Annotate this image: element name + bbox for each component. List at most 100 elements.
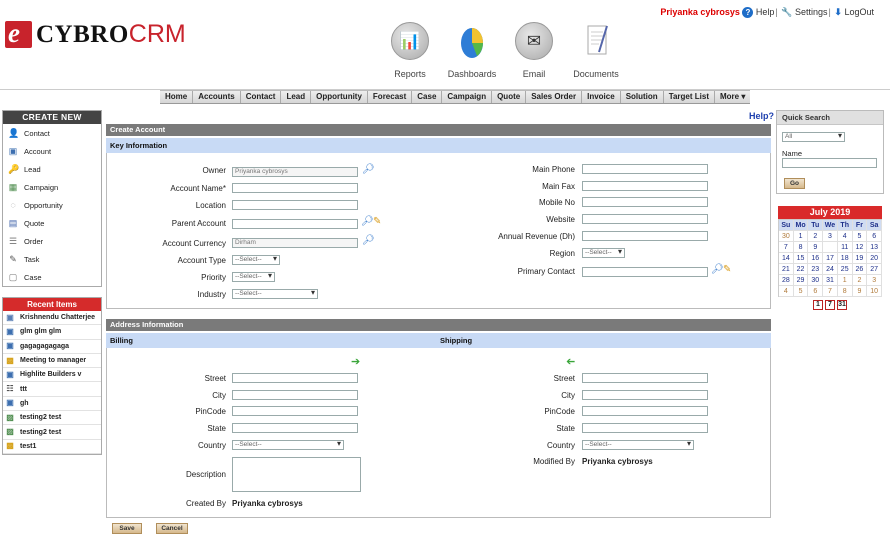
calendar-day[interactable]: 8 xyxy=(837,286,853,297)
nav-quote[interactable]: Quote xyxy=(492,91,527,103)
nav-campaign[interactable]: Campaign xyxy=(442,91,493,103)
cancel-button[interactable]: Cancel xyxy=(156,523,188,534)
nav-sales-order[interactable]: Sales Order xyxy=(526,91,583,103)
calendar-day[interactable]: 1 xyxy=(793,231,809,242)
calendar-day[interactable]: 20 xyxy=(867,253,882,264)
module-dashboards[interactable]: Dashboards xyxy=(437,22,507,79)
calendar-day[interactable]: 15 xyxy=(793,253,809,264)
search-icon[interactable]: 🔎︎ xyxy=(362,165,375,175)
calendar-day[interactable]: 26 xyxy=(852,264,868,275)
calendar-day[interactable]: 5 xyxy=(852,231,868,242)
help-icon[interactable]: ? xyxy=(742,7,754,18)
recent-item[interactable]: ▣ glm glm glm xyxy=(3,325,101,340)
calendar-day-today[interactable] xyxy=(823,242,838,253)
create-campaign[interactable]: ▦ Campaign xyxy=(3,178,101,196)
main-phone-field[interactable] xyxy=(582,164,708,174)
recent-item[interactable]: ▣ Highlite Builders v xyxy=(3,368,101,383)
calendar-day-view-button[interactable]: 1 xyxy=(813,300,823,310)
nav-invoice[interactable]: Invoice xyxy=(582,91,621,103)
description-textarea[interactable] xyxy=(232,457,361,492)
calendar-day[interactable]: 29 xyxy=(793,275,809,286)
calendar-day[interactable]: 10 xyxy=(867,286,882,297)
nav-case[interactable]: Case xyxy=(412,91,443,103)
calendar-day[interactable]: 28 xyxy=(779,275,794,286)
copy-to-billing-arrow-icon[interactable]: ➔ xyxy=(566,356,575,368)
annual-revenue-field[interactable] xyxy=(582,231,708,241)
form-help-link[interactable]: Help? xyxy=(749,111,774,121)
account-currency-field[interactable]: Dirham xyxy=(232,238,358,248)
calendar-day[interactable]: 1 xyxy=(837,275,853,286)
billing-pincode-field[interactable] xyxy=(232,406,358,416)
calendar-day[interactable]: 13 xyxy=(867,242,882,253)
billing-country-select[interactable]: --Select-- xyxy=(232,440,344,450)
billing-street-field[interactable] xyxy=(232,373,358,383)
create-contact[interactable]: 👤 Contact xyxy=(3,124,101,142)
module-documents[interactable]: Documents xyxy=(561,22,631,79)
calendar-day[interactable]: 21 xyxy=(779,264,794,275)
quick-search-go-button[interactable]: Go xyxy=(784,178,805,189)
calendar-day[interactable]: 11 xyxy=(837,242,853,253)
create-task[interactable]: ✎ Task xyxy=(3,250,101,268)
website-field[interactable] xyxy=(582,214,708,224)
calendar-day[interactable]: 27 xyxy=(867,264,882,275)
create-order[interactable]: ☰ Order xyxy=(3,232,101,250)
recent-item[interactable]: ☷ ttt xyxy=(3,382,101,397)
calendar-day[interactable]: 3 xyxy=(867,275,882,286)
calendar-day[interactable]: 25 xyxy=(837,264,853,275)
clear-icon[interactable]: ✎ xyxy=(373,217,381,227)
nav-forecast[interactable]: Forecast xyxy=(368,91,413,103)
recent-item[interactable]: ▨ testing2 test xyxy=(3,411,101,426)
priority-select[interactable]: --Select-- xyxy=(232,272,275,282)
nav-home[interactable]: Home xyxy=(160,91,194,103)
nav-opportunity[interactable]: Opportunity xyxy=(311,91,368,103)
recent-item[interactable]: ▣ gh xyxy=(3,397,101,412)
calendar-day[interactable]: 30 xyxy=(779,231,794,242)
recent-item[interactable]: ▨ testing2 test xyxy=(3,425,101,440)
main-fax-field[interactable] xyxy=(582,181,708,191)
calendar-day[interactable]: 19 xyxy=(852,253,868,264)
clear-icon[interactable]: ✎ xyxy=(723,265,731,275)
create-quote[interactable]: ▤ Quote xyxy=(3,214,101,232)
nav-lead[interactable]: Lead xyxy=(281,91,312,103)
calendar-week-view-button[interactable]: 7 xyxy=(825,300,835,310)
billing-state-field[interactable] xyxy=(232,423,358,433)
search-icon[interactable]: 🔎︎ xyxy=(711,265,724,275)
account-name-field[interactable] xyxy=(232,183,358,193)
primary-contact-field[interactable] xyxy=(582,267,708,277)
settings-icon[interactable]: 🔧 xyxy=(781,7,792,17)
recent-item[interactable]: ▩ test1 xyxy=(3,440,101,454)
industry-select[interactable]: --Select-- xyxy=(232,289,318,299)
account-type-select[interactable]: --Select-- xyxy=(232,255,280,265)
calendar-day[interactable]: 6 xyxy=(867,231,882,242)
shipping-state-field[interactable] xyxy=(582,423,708,433)
calendar-day[interactable]: 6 xyxy=(808,286,824,297)
calendar-day[interactable]: 7 xyxy=(823,286,838,297)
shipping-street-field[interactable] xyxy=(582,373,708,383)
shipping-pincode-field[interactable] xyxy=(582,406,708,416)
calendar-day[interactable]: 4 xyxy=(779,286,794,297)
calendar-day[interactable]: 30 xyxy=(808,275,824,286)
create-account[interactable]: ▣ Account xyxy=(3,142,101,160)
help-link[interactable]: Help xyxy=(756,7,775,17)
recent-item[interactable]: ▩ Meeting to manager xyxy=(3,354,101,369)
calendar-day[interactable]: 2 xyxy=(852,275,868,286)
search-icon[interactable]: 🔎︎ xyxy=(362,236,375,246)
shipping-city-field[interactable] xyxy=(582,390,708,400)
region-select[interactable]: --Select-- xyxy=(582,248,625,258)
logout-link[interactable]: LogOut xyxy=(844,7,874,17)
calendar-day[interactable]: 3 xyxy=(823,231,838,242)
calendar-day[interactable]: 24 xyxy=(823,264,838,275)
search-icon[interactable]: 🔎︎ xyxy=(361,217,374,227)
create-lead[interactable]: 🔑 Lead xyxy=(3,160,101,178)
module-email[interactable]: ✉ Email xyxy=(499,22,569,79)
calendar-day[interactable]: 14 xyxy=(779,253,794,264)
nav-solution[interactable]: Solution xyxy=(621,91,664,103)
cybrocrm-logo[interactable]: e CYBROCRM xyxy=(5,18,186,51)
create-opportunity[interactable]: ◌ Opportunity xyxy=(3,196,101,214)
location-field[interactable] xyxy=(232,200,358,210)
calendar-day[interactable]: 4 xyxy=(837,231,853,242)
calendar-month-view-button[interactable]: 31 xyxy=(837,300,847,310)
nav-target-list[interactable]: Target List xyxy=(664,91,715,103)
quick-search-name-field[interactable] xyxy=(782,158,877,168)
calendar-day[interactable]: 17 xyxy=(823,253,838,264)
